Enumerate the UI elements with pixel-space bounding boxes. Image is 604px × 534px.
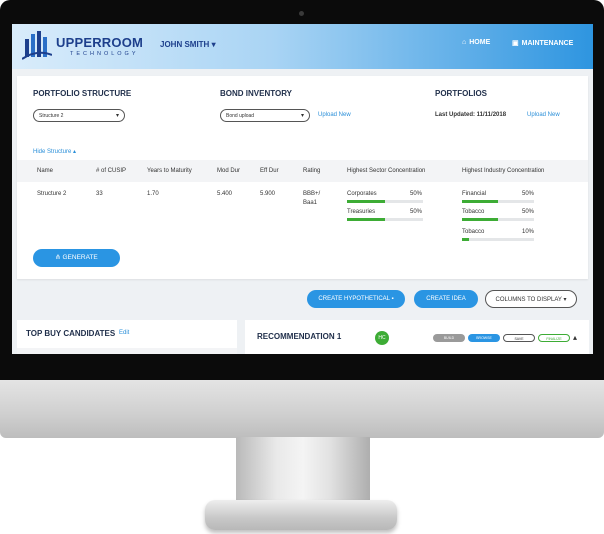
hide-structure-toggle[interactable]: Hide Structure ▴ (33, 148, 76, 155)
monitor-chin (0, 380, 604, 438)
industry-bar-fill (462, 218, 498, 221)
portfolio-structure-title: PORTFOLIO STRUCTURE (33, 89, 132, 98)
brand-subtitle: TECHNOLOGY (70, 51, 139, 57)
industry-pct: 50% (522, 209, 535, 215)
top-bar: UPPERROOM TECHNOLOGY JOHN SMITH ▾ ⌂ HOME… (12, 24, 593, 69)
col-cusip: # of CUSIP (96, 168, 127, 174)
industry-bar (462, 218, 534, 221)
create-hypothetical-label: CREATE HYPOTHETICAL (318, 296, 390, 302)
chevron-down-icon: ▾ (115, 113, 119, 119)
nav-home-label: HOME (469, 39, 491, 46)
generate-button[interactable]: ⋔ GENERATE (33, 249, 120, 267)
col-eff-dur: Eff Dur (260, 168, 279, 174)
industry-label: Tobacco (462, 209, 485, 215)
toolbox-icon: ▣ (512, 40, 519, 47)
nav-home[interactable]: ⌂ HOME (462, 39, 490, 46)
hc-badge: HC (375, 331, 389, 345)
cell-rating-line2: Baa1 (303, 200, 318, 206)
industry-bar-fill (462, 238, 470, 241)
sector-bar (347, 200, 423, 203)
top-buy-edit-link[interactable]: Edit (119, 330, 129, 336)
user-menu[interactable]: JOHN SMITH ▾ (160, 40, 216, 49)
finalize-button[interactable]: FINALIZE (538, 334, 570, 342)
chevron-up-icon: ▴ (73, 149, 77, 155)
camera-dot (299, 11, 304, 16)
hide-structure-label: Hide Structure (33, 149, 72, 155)
bond-inventory-select[interactable]: Bond upload ▾ (220, 109, 310, 122)
home-icon: ⌂ (462, 39, 467, 46)
top-buy-title: TOP BUY CANDIDATES (26, 329, 116, 338)
bond-inventory-title: BOND INVENTORY (220, 89, 293, 98)
monitor-stand (236, 437, 370, 509)
industry-label: Financial (462, 191, 487, 197)
sector-bar-fill (347, 218, 385, 221)
recommendation-title: RECOMMENDATION 1 (257, 332, 342, 341)
sector-bar (347, 218, 423, 221)
industry-bar-fill (462, 200, 498, 203)
columns-to-display-button[interactable]: COLUMNS TO DISPLAY ▾ (485, 290, 577, 308)
industry-bar (462, 200, 534, 203)
col-name: Name (37, 168, 54, 174)
generate-label: GENERATE (62, 254, 98, 261)
col-sector: Highest Sector Concentration (347, 168, 426, 174)
cell-cusip: 33 (96, 191, 103, 197)
industry-pct: 10% (522, 229, 535, 235)
create-idea-button[interactable]: CREATE IDEA (414, 290, 478, 308)
build-button[interactable]: BUILD (433, 334, 465, 342)
industry-label: Tobacco (462, 229, 485, 235)
logo-icon (22, 31, 52, 60)
col-ytm: Years to Maturity (147, 168, 192, 174)
col-rating: Rating (303, 168, 321, 174)
sector-pct: 50% (410, 209, 423, 215)
sector-label: Treasuries (347, 209, 376, 215)
browse-button[interactable]: BROWSE (468, 334, 500, 342)
cell-mod-dur: 5.400 (217, 191, 233, 197)
create-idea-label: CREATE IDEA (426, 296, 466, 302)
brand-name: UPPERROOM (56, 35, 144, 50)
cell-eff-dur: 5.900 (260, 191, 276, 197)
portfolio-structure-card: PORTFOLIO STRUCTURE Structure 2 ▾ BOND I… (17, 76, 588, 279)
portfolios-upload-link[interactable]: Upload New (527, 112, 560, 118)
bond-upload-link[interactable]: Upload New (318, 112, 351, 118)
cell-rating-line1: BBB+/ (303, 191, 321, 197)
nav-maintenance-label: MAINTENANCE (521, 39, 574, 47)
structure-select-value: Structure 2 (39, 113, 64, 119)
cell-name: Structure 2 (37, 191, 67, 197)
chevron-down-icon: ▾ (211, 40, 216, 49)
save-button[interactable]: SAVE (503, 334, 535, 342)
sector-pct: 50% (410, 191, 423, 197)
bond-inventory-select-value: Bond upload (226, 113, 255, 119)
app-screen: UPPERROOM TECHNOLOGY JOHN SMITH ▾ ⌂ HOME… (12, 24, 593, 354)
network-icon: ⋔ (55, 254, 61, 261)
columns-to-display-label: COLUMNS TO DISPLAY (495, 297, 562, 303)
user-name: JOHN SMITH (160, 40, 210, 49)
lock-icon: ▪ (391, 296, 394, 302)
col-industry: Highest Industry Concentration (462, 168, 545, 174)
structure-select[interactable]: Structure 2 ▾ (33, 109, 125, 122)
top-buy-table-header (17, 348, 237, 354)
top-buy-card: TOP BUY CANDIDATES Edit (17, 320, 237, 354)
cell-ytm: 1.70 (147, 191, 159, 197)
chevron-down-icon: ▾ (563, 297, 567, 303)
industry-bar (462, 238, 534, 241)
chevron-down-icon: ▾ (300, 113, 304, 119)
portfolios-title: PORTFOLIOS (435, 89, 487, 98)
col-mod-dur: Mod Dur (217, 168, 241, 174)
sector-label: Corporates (347, 191, 377, 197)
last-updated: Last Updated: 11/11/2018 (435, 112, 507, 118)
monitor-base (205, 500, 397, 530)
create-hypothetical-button[interactable]: CREATE HYPOTHETICAL ▪ (307, 290, 405, 308)
collapse-icon[interactable]: ▴ (573, 333, 577, 342)
industry-pct: 50% (522, 191, 535, 197)
sector-bar-fill (347, 200, 385, 203)
nav-maintenance[interactable]: ▣ MAINTENANCE (512, 39, 574, 48)
